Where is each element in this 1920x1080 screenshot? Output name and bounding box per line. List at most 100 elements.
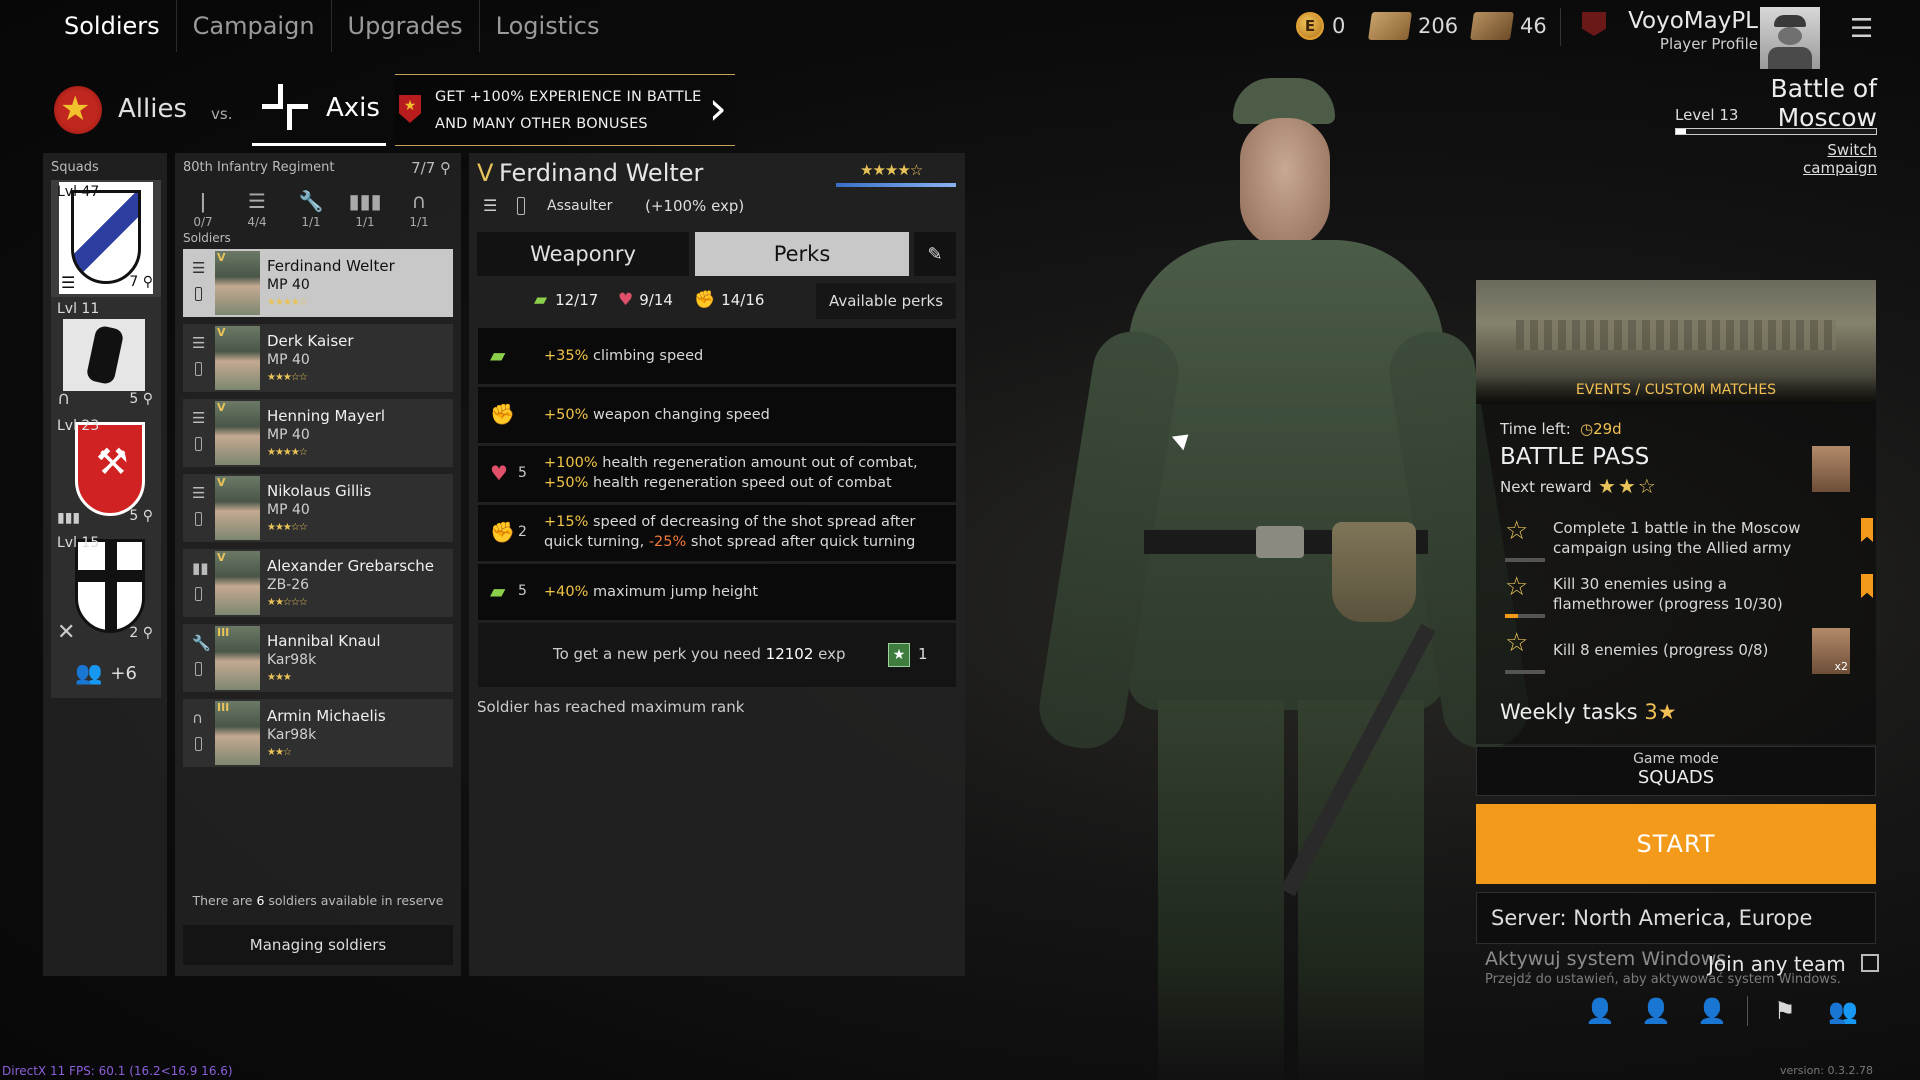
windows-activation-title: Aktywuj system Windows — [1485, 948, 1727, 970]
perk-row[interactable]: ✊ +50% weapon changing speed — [478, 387, 956, 443]
promo-line-2: AND MANY OTHER BONUSES — [435, 116, 648, 132]
tickets-currency-a[interactable]: 206 — [1368, 10, 1458, 42]
soldier-row[interactable]: ☰ V Nikolaus Gillis MP 40 ★★★☆☆ — [183, 474, 453, 542]
perk-row[interactable]: ▰ 5 +40% maximum jump height — [478, 564, 956, 620]
role-icon: ∩ — [192, 709, 203, 727]
task-progress-bar — [1505, 670, 1545, 674]
tab-perks[interactable]: Perks — [695, 232, 909, 276]
soldier-rank: V — [217, 401, 226, 414]
soldier-rank: III — [217, 701, 230, 714]
soldier-row[interactable]: ∩ III Armin Michaelis Kar98k ★★☆ — [183, 699, 453, 767]
squad-level: Lvl 15 — [57, 535, 100, 551]
slot-count: 🔧 1/1 — [289, 189, 333, 229]
soldier-stars: ★★☆ — [267, 747, 292, 758]
battle-pass-task[interactable]: ☆ Complete 1 battle in the Moscow campai… — [1505, 516, 1873, 566]
perk-row[interactable]: ♥ 5 +100% health regeneration amount out… — [478, 446, 956, 502]
agility-icon: ▰ — [490, 343, 506, 367]
soldier-rank: V — [217, 476, 226, 489]
premium-promo-banner[interactable]: ★ GET +100% EXPERIENCE IN BATTLE AND MAN… — [395, 74, 735, 146]
tab-soldiers[interactable]: Soldiers — [0, 0, 177, 52]
game-mode-value: SQUADS — [1637, 767, 1715, 788]
max-rank-message: Soldier has reached maximum rank — [477, 698, 745, 716]
soldier-stars: ★★★★☆ — [267, 297, 308, 308]
perk-row[interactable]: ✊ 2 +15% speed of decreasing of the shot… — [478, 505, 956, 561]
add-player-icon[interactable]: 👤 — [1641, 997, 1671, 1025]
join-any-team-checkbox[interactable] — [1861, 954, 1879, 972]
soldier-name: Armin Michaelis — [267, 707, 386, 725]
battle-pass-task[interactable]: ☆ Kill 30 enemies using a flamethrower (… — [1505, 572, 1873, 622]
battle-pass-title[interactable]: BATTLE PASS — [1500, 444, 1649, 470]
role-icon: ☰ — [192, 259, 206, 277]
soldier-row[interactable]: ▮▮ V Alexander Grebarsche ZB-26 ★★☆☆☆ — [183, 549, 453, 617]
headphones-icon: ∩ — [411, 189, 427, 213]
slot-count: ∩ 1/1 — [397, 189, 441, 229]
squad-count: 2 — [129, 625, 139, 641]
squad-card-4[interactable]: Lvl 15 2 ⚲ ✕ — [51, 531, 161, 649]
soldier-weapon: Kar98k — [267, 727, 317, 743]
agility-icon: ▰ — [490, 579, 506, 603]
squad-card-1[interactable]: Lvl 47 7 ⚲ ☰ — [51, 180, 161, 298]
player-profile[interactable]: VoyoMayPL Player Profile — [1618, 8, 1758, 53]
agility-icon: ▰ — [534, 290, 548, 310]
role-icon: ▮▮ — [192, 559, 209, 577]
slot-count: ☰ 4/4 — [235, 189, 279, 229]
weekly-tasks[interactable]: Weekly tasks 3★ — [1500, 700, 1677, 724]
avatar[interactable] — [1760, 7, 1820, 69]
list-icon[interactable]: ☰ — [483, 196, 497, 215]
tab-upgrades[interactable]: Upgrades — [332, 0, 480, 52]
add-player-icon[interactable]: 👤 — [1697, 997, 1727, 1025]
soldier-row[interactable]: ☰ V Ferdinand Welter MP 40 ★★★★☆ — [183, 249, 453, 317]
menu-icon[interactable]: ☰ — [1850, 14, 1873, 44]
edit-pencil-icon[interactable]: ✎ — [914, 232, 956, 276]
perk-row[interactable]: ▰ +35% climbing speed — [478, 328, 956, 384]
game-mode-label: Game mode — [1633, 751, 1719, 767]
task-text: Complete 1 battle in the Moscow campaign… — [1553, 519, 1801, 557]
tab-campaign[interactable]: Campaign — [177, 0, 332, 52]
bread-bag — [1332, 522, 1416, 622]
soldier-row[interactable]: ☰ V Henning Mayerl MP 40 ★★★★☆ — [183, 399, 453, 467]
managing-soldiers-button[interactable]: Managing soldiers — [183, 925, 453, 965]
stat-vitality: ♥ 9/14 — [618, 290, 673, 310]
allies-label[interactable]: Allies — [118, 94, 187, 124]
time-left-label: Time left: — [1500, 420, 1571, 438]
clock-icon: ◷ — [1580, 420, 1594, 438]
squad-card-3[interactable]: ⚒ Lvl 23 5 ⚲ ▮▮▮ — [51, 414, 161, 532]
flag-icon[interactable]: ⚑ — [1774, 997, 1796, 1025]
add-player-icon[interactable]: 👤 — [1585, 997, 1615, 1025]
reward-preview-icon[interactable] — [1812, 446, 1850, 492]
soldier-row[interactable]: ☰ V Derk Kaiser MP 40 ★★★☆☆ — [183, 324, 453, 392]
wrench-icon: 🔧 — [298, 189, 324, 213]
premium-badge-icon: ★ — [399, 95, 421, 123]
tab-weaponry[interactable]: Weaponry — [477, 232, 689, 276]
start-button[interactable]: START — [1476, 804, 1876, 884]
soldier-class: Assaulter — [547, 198, 613, 214]
crossed-swords-icon: ✕ — [57, 620, 76, 645]
group-icon[interactable]: 👥 — [1828, 997, 1858, 1025]
soldier-face — [1240, 118, 1330, 248]
soldier-name: Henning Mayerl — [267, 407, 386, 425]
slot-count: ▮▮▮ 1/1 — [343, 189, 387, 229]
switch-campaign-link[interactable]: Switch campaign — [1750, 141, 1877, 177]
perk-point-icon: ★ — [888, 643, 910, 667]
soldier-row[interactable]: 🔧 III Hannibal Knaul Kar98k ★★★ — [183, 624, 453, 692]
left-leg — [1158, 700, 1284, 1080]
tab-logistics[interactable]: Logistics — [480, 0, 616, 52]
events-banner[interactable]: EVENTS / CUSTOM MATCHES — [1476, 280, 1876, 404]
tickets-currency-b[interactable]: 46 — [1470, 10, 1547, 42]
more-squads-button[interactable]: 👥 +6 — [51, 648, 161, 698]
squad-card-2[interactable]: Lvl 11 5 ⚲ ∩ — [51, 297, 161, 415]
gold-currency[interactable]: E 0 — [1296, 10, 1345, 42]
available-perks-button[interactable]: Available perks — [816, 283, 956, 319]
axis-tab[interactable]: Axis — [252, 72, 386, 146]
campaign-progress-fill — [1676, 129, 1686, 134]
ammo-icon — [195, 437, 202, 451]
squad-count: 5 — [129, 391, 139, 407]
server-selector[interactable]: Server: North America, Europe — [1476, 892, 1876, 944]
battle-pass-task[interactable]: ☆ Kill 8 enemies (progress 0/8) x2 — [1505, 628, 1850, 678]
soldier-model — [1033, 70, 1535, 1080]
game-mode-selector[interactable]: Game mode SQUADS — [1476, 746, 1876, 796]
new-perk-info: To get a new perk you need 12102 exp ★ 1 — [478, 623, 956, 687]
player-profile-label: Player Profile — [1659, 35, 1758, 53]
soldier-rank: V — [217, 251, 226, 264]
task-text: Kill 8 enemies (progress 0/8) — [1553, 641, 1769, 659]
